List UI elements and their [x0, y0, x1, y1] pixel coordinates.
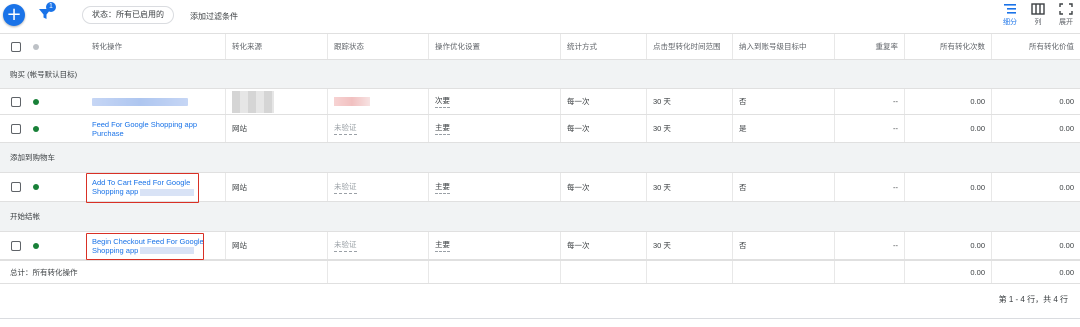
- expand-icon: [1059, 3, 1073, 15]
- conversions-value: 0.00: [970, 97, 985, 106]
- group-row-begin-checkout: 开始结帐: [0, 202, 1080, 232]
- window-value: 30 天: [653, 241, 671, 250]
- filter-count-badge: 1: [46, 2, 56, 12]
- repeat-value: --: [893, 182, 898, 192]
- redacted-tracking: [334, 97, 370, 106]
- count-value: 每一次: [567, 97, 590, 106]
- in-goal-value: 否: [739, 182, 747, 192]
- in-goal-value: 是: [739, 124, 747, 133]
- segment-button[interactable]: 细分: [998, 3, 1022, 27]
- toolbar: + 1 状态：所有已启用的 添加过滤条件 细分 列 展开: [0, 0, 1080, 33]
- col-header-in-goal[interactable]: 纳入到账号级目标中: [733, 34, 835, 59]
- total-value: 0.00: [1059, 267, 1074, 277]
- optimization-value: 主要: [435, 181, 450, 194]
- status-column-icon: [33, 44, 39, 50]
- in-goal-value: 否: [739, 241, 747, 250]
- redacted-action-name: [92, 97, 188, 106]
- count-value: 每一次: [567, 124, 590, 133]
- group-label: 添加到购物车: [10, 153, 55, 162]
- value-value: 0.00: [1059, 97, 1074, 106]
- segment-icon: [1004, 4, 1016, 14]
- col-header-count[interactable]: 统计方式: [561, 34, 647, 59]
- status-enabled-icon: [33, 243, 39, 249]
- tracking-status: 未验证: [334, 181, 357, 194]
- group-row-add-to-cart: 添加到购物车: [0, 143, 1080, 173]
- count-value: 每一次: [567, 241, 590, 250]
- window-value: 30 天: [653, 182, 671, 192]
- col-header-conversions[interactable]: 所有转化次数: [905, 34, 992, 59]
- status-enabled-icon: [33, 99, 39, 105]
- conversions-value: 0.00: [970, 124, 985, 133]
- col-header-tracking[interactable]: 跟踪状态: [328, 34, 429, 59]
- divider: [0, 318, 1080, 319]
- row-checkbox[interactable]: [11, 241, 21, 251]
- conversions-value: 0.00: [970, 241, 985, 250]
- total-row: 总计：所有转化操作 0.00 0.00: [0, 260, 1080, 284]
- expand-button[interactable]: 展开: [1054, 3, 1078, 27]
- group-row-purchase: 购买 (帐号默认目标): [0, 60, 1080, 89]
- source-value: 网站: [232, 182, 247, 192]
- col-header-source[interactable]: 转化来源: [226, 34, 328, 59]
- tracking-status: 未验证: [334, 239, 357, 252]
- group-label: 购买 (帐号默认目标): [10, 70, 78, 79]
- count-value: 每一次: [567, 182, 590, 192]
- repeat-value: --: [893, 124, 898, 133]
- table-header: 转化操作 转化来源 跟踪状态 操作优化设置 统计方式 点击型转化时间范围 纳入到…: [0, 33, 1080, 60]
- repeat-value: --: [893, 97, 898, 106]
- value-value: 0.00: [1059, 124, 1074, 133]
- table-row[interactable]: Feed For Google Shopping app Purchase 网站 …: [0, 115, 1080, 143]
- table-row[interactable]: 次要 每一次 30 天 否 -- 0.00 0.00: [0, 89, 1080, 115]
- status-enabled-icon: [33, 126, 39, 132]
- col-header-window[interactable]: 点击型转化时间范围: [647, 34, 733, 59]
- col-header-value[interactable]: 所有转化价值: [992, 34, 1080, 59]
- total-conversions: 0.00: [970, 267, 985, 277]
- row-checkbox[interactable]: [11, 97, 21, 107]
- add-button[interactable]: +: [3, 4, 25, 26]
- status-filter-chip[interactable]: 状态：所有已启用的: [82, 6, 174, 24]
- value-value: 0.00: [1059, 182, 1074, 192]
- highlight-box: [86, 233, 204, 260]
- redacted-source: [232, 90, 274, 113]
- columns-button[interactable]: 列: [1026, 3, 1050, 27]
- status-enabled-icon: [33, 184, 39, 190]
- col-header-action[interactable]: 转化操作: [86, 34, 226, 59]
- in-goal-value: 否: [739, 97, 747, 106]
- plus-icon: +: [6, 4, 22, 25]
- pagination-summary: 第 1 - 4 行，共 4 行: [998, 295, 1068, 304]
- conversion-action-link[interactable]: Feed For Google Shopping app Purchase: [92, 120, 197, 138]
- col-header-repeat[interactable]: 重复率: [835, 34, 905, 59]
- columns-label: 列: [1034, 19, 1042, 26]
- columns-icon: [1031, 3, 1045, 15]
- source-value: 网站: [232, 124, 247, 133]
- conversions-value: 0.00: [970, 182, 985, 192]
- col-header-optimization[interactable]: 操作优化设置: [429, 34, 561, 59]
- window-value: 30 天: [653, 124, 671, 133]
- row-checkbox[interactable]: [11, 124, 21, 134]
- total-label: 总计：所有转化操作: [10, 268, 78, 277]
- value-value: 0.00: [1059, 241, 1074, 250]
- add-filter-button[interactable]: 添加过滤条件: [190, 11, 238, 22]
- row-checkbox[interactable]: [11, 182, 21, 192]
- optimization-value: 主要: [435, 239, 450, 252]
- optimization-value: 次要: [435, 95, 450, 108]
- highlight-box: [86, 173, 199, 203]
- group-label: 开始结帐: [10, 212, 40, 221]
- window-value: 30 天: [653, 97, 671, 106]
- source-value: 网站: [232, 241, 247, 250]
- optimization-value: 主要: [435, 122, 450, 135]
- expand-label: 展开: [1059, 19, 1073, 26]
- repeat-value: --: [893, 241, 898, 250]
- select-all-checkbox[interactable]: [11, 42, 21, 52]
- segment-label: 细分: [1003, 19, 1017, 26]
- tracking-status: 未验证: [334, 122, 357, 135]
